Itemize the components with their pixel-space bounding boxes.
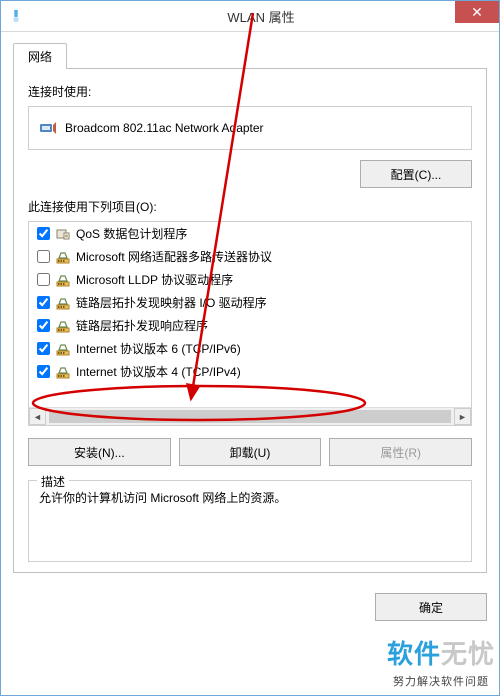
item-label: Microsoft LLDP 协议驱动程序 [76,271,233,288]
item-checkbox[interactable] [37,296,50,309]
items-label: 此连接使用下列项目(O): [28,198,472,215]
list-item[interactable]: Microsoft 网络适配器多路传送器协议 [29,245,471,268]
list-item[interactable]: 链路层拓扑发现映射器 I/O 驱动程序 [29,291,471,314]
tab-label: 网络 [28,50,52,64]
tab-panel-network: 连接时使用: Broadcom 802.11ac Network Adapter… [13,69,487,573]
list-item[interactable]: QoS 数据包计划程序 [29,222,471,245]
list-item[interactable]: Internet 协议版本 4 (TCP/IPv4) [29,360,471,383]
adapter-name: Broadcom 802.11ac Network Adapter [65,121,264,135]
horizontal-scrollbar[interactable]: ◄ ► [29,407,471,425]
properties-button[interactable]: 属性(R) [329,438,472,466]
scroll-thumb[interactable] [49,410,451,423]
button-label: 安装(N)... [74,444,125,461]
item-checkbox[interactable] [37,250,50,263]
client-area: 网络 连接时使用: Broadcom 802.11ac Network Adap… [1,32,499,629]
watermark: 软件无忧 努力解决软件问题 [387,634,495,689]
protocol-icon [56,365,70,379]
listbox-inner[interactable]: QoS 数据包计划程序 Microsoft 网络适配器多路传送器协议 Microso… [29,222,471,407]
item-label: Microsoft 网络适配器多路传送器协议 [76,248,272,265]
titlebar: WLAN 属性 ✕ [1,1,499,32]
description-legend: 描述 [37,473,69,490]
uninstall-button[interactable]: 卸载(U) [179,438,322,466]
connect-using-label: 连接时使用: [28,83,472,100]
item-checkbox[interactable] [37,273,50,286]
dialog-buttons: 确定 [13,593,487,621]
tabstrip: 网络 [13,42,487,69]
item-checkbox[interactable] [37,319,50,332]
component-buttons: 安装(N)... 卸载(U) 属性(R) [28,438,472,466]
protocol-icon [56,250,70,264]
list-item[interactable]: Microsoft LLDP 协议驱动程序 [29,268,471,291]
item-label: QoS 数据包计划程序 [76,225,187,242]
components-listbox: QoS 数据包计划程序 Microsoft 网络适配器多路传送器协议 Microso… [28,221,472,426]
item-label: 链路层拓扑发现映射器 I/O 驱动程序 [76,294,267,311]
button-label: 卸载(U) [230,444,271,461]
window-icon [9,9,23,23]
scroll-left-button[interactable]: ◄ [29,408,46,425]
watermark-tagline: 努力解决软件问题 [387,673,495,689]
scroll-right-button[interactable]: ► [454,408,471,425]
tab-network[interactable]: 网络 [13,43,67,69]
close-icon: ✕ [471,5,483,19]
adapter-box[interactable]: Broadcom 802.11ac Network Adapter [28,106,472,150]
watermark-brand-a: 软件 [387,639,441,669]
protocol-icon [56,273,70,287]
protocol-icon [56,296,70,310]
item-label: Internet 协议版本 4 (TCP/IPv4) [76,363,241,380]
item-checkbox[interactable] [37,365,50,378]
item-checkbox[interactable] [37,227,50,240]
list-item[interactable]: 链路层拓扑发现响应程序 [29,314,471,337]
protocol-icon [56,319,70,333]
window-title: WLAN 属性 [23,7,499,26]
button-label: 确定 [419,599,443,616]
qos-icon [56,227,70,241]
item-label: Internet 协议版本 6 (TCP/IPv6) [76,340,241,357]
wlan-properties-window: WLAN 属性 ✕ 网络 连接时使用: Broadcom 802.11ac Ne… [0,0,500,696]
list-item[interactable]: Internet 协议版本 6 (TCP/IPv6) [29,337,471,360]
ok-button[interactable]: 确定 [375,593,487,621]
watermark-brand-b: 无忧 [441,639,495,669]
watermark-logo: 软件无忧 [387,634,495,671]
configure-button[interactable]: 配置(C)... [360,160,472,188]
install-button[interactable]: 安装(N)... [28,438,171,466]
button-label: 属性(R) [380,444,421,461]
button-label: 配置(C)... [391,166,442,183]
network-adapter-icon [39,119,57,137]
description-text: 允许你的计算机访问 Microsoft 网络上的资源。 [39,489,461,547]
description-group: 描述 允许你的计算机访问 Microsoft 网络上的资源。 [28,480,472,562]
item-label: 链路层拓扑发现响应程序 [76,317,208,334]
item-checkbox[interactable] [37,342,50,355]
close-button[interactable]: ✕ [455,1,499,23]
protocol-icon [56,342,70,356]
